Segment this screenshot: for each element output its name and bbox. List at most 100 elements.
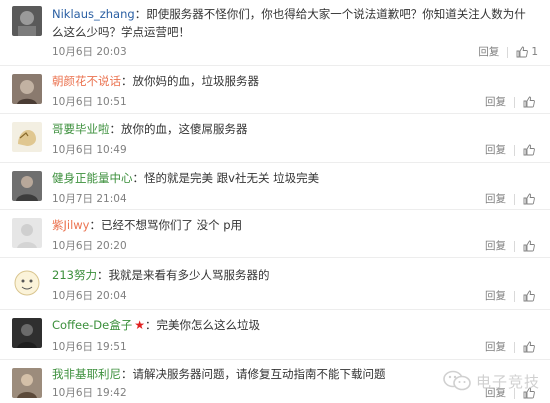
watermark-text: 电子竞技: [475, 372, 540, 391]
thumbs-up-icon: [523, 96, 535, 108]
comment-username[interactable]: Coffee-De盒子: [52, 318, 132, 332]
divider: [514, 193, 515, 205]
thumbs-up-icon: [523, 193, 535, 205]
reply-button[interactable]: 回复: [478, 45, 499, 59]
like-button[interactable]: [523, 240, 538, 252]
like-button[interactable]: [523, 193, 538, 205]
divider: [514, 240, 515, 252]
comment-text: 怪的就是完美 跟v社无关 垃圾完美: [144, 171, 320, 185]
reply-button[interactable]: 回复: [485, 289, 506, 303]
comment-date: 10月6日 20:03: [52, 46, 127, 58]
like-button[interactable]: 1: [516, 45, 538, 59]
comment-actions: 回复: [485, 143, 538, 157]
like-button[interactable]: [523, 290, 538, 302]
divider: [514, 290, 515, 302]
comment-date: 10月6日 19:51: [52, 341, 127, 353]
reply-button[interactable]: 回复: [485, 95, 506, 109]
avatar[interactable]: [12, 268, 42, 298]
avatar-image: [12, 268, 42, 298]
watermark: 电子竞技: [442, 369, 540, 393]
avatar-image: [12, 318, 42, 348]
comment-item: 哥要毕业啦：放你的血，这傻屌服务器 10月6日 10:49 回复: [0, 114, 550, 163]
comment-list: Niklaus_zhang：即使服务器不怪你们，你也得给大家一个说法道歉吧？你知…: [0, 0, 550, 403]
comment-date: 10月6日 20:04: [52, 290, 127, 302]
divider: [507, 46, 509, 58]
comment-separator: ：: [96, 268, 109, 282]
comment-body: 朝颜花不说话：放你妈的血，垃圾服务器: [52, 72, 536, 90]
comment-username[interactable]: 健身正能量中心: [52, 171, 133, 185]
comment-username[interactable]: 朝颜花不说话: [52, 74, 121, 88]
reply-button[interactable]: 回复: [485, 192, 506, 206]
comment-separator: ：: [109, 122, 122, 136]
reply-button[interactable]: 回复: [485, 143, 506, 157]
comment-actions: 回复 1: [478, 45, 538, 59]
comment-separator: ：: [121, 367, 133, 381]
comment-separator: ：: [132, 171, 145, 185]
comment-text: 完美你怎么这么垃圾: [156, 318, 261, 332]
like-button[interactable]: [523, 96, 538, 108]
comment-item: 健身正能量中心：怪的就是完美 跟v社无关 垃圾完美 10月7日 21:04 回复: [0, 163, 550, 210]
comment-item: Coffee-De盒子 ★：完美你怎么这么垃圾 10月6日 19:51 回复: [0, 310, 550, 360]
comment-body: Niklaus_zhang：即使服务器不怪你们，你也得给大家一个说法道歉吧？你知…: [52, 5, 536, 41]
divider: [514, 96, 515, 108]
comment-actions: 回复: [485, 192, 538, 206]
comment-date: 10月6日 10:51: [52, 96, 127, 108]
like-button[interactable]: [523, 341, 538, 353]
wechat-logo-icon: [443, 370, 471, 391]
thumbs-up-icon: [516, 46, 529, 58]
thumbs-up-icon: [523, 290, 535, 302]
reply-button[interactable]: 回复: [485, 239, 506, 253]
comment-body: 213努力：我就是来看有多少人骂服务器的: [52, 266, 536, 284]
avatar[interactable]: [12, 171, 42, 201]
avatar-image: [12, 122, 42, 152]
thumbs-up-icon: [523, 240, 535, 252]
divider: [514, 341, 515, 353]
comment-body: 哥要毕业啦：放你的血，这傻屌服务器: [52, 120, 536, 138]
comment-item: 213努力：我就是来看有多少人骂服务器的 10月6日 20:04 回复: [0, 258, 550, 310]
comment-actions: 回复: [485, 239, 538, 253]
comment-item: 紫Jilwy：已经不想骂你们了 没个 p用 10月6日 20:20 回复: [0, 210, 550, 258]
comment-username[interactable]: 紫Jilwy: [52, 218, 90, 232]
comment-item: 朝颜花不说话：放你妈的血，垃圾服务器 10月6日 10:51 回复: [0, 66, 550, 114]
comment-actions: 回复: [485, 340, 538, 354]
comment-text: 放你妈的血，垃圾服务器: [132, 74, 260, 88]
avatar-image: [12, 6, 42, 36]
comment-body: 健身正能量中心：怪的就是完美 跟v社无关 垃圾完美: [52, 169, 536, 187]
comment-body: Coffee-De盒子 ★：完美你怎么这么垃圾: [52, 316, 536, 334]
comment-separator: ：: [134, 7, 147, 21]
comment-username[interactable]: Niklaus_zhang: [52, 7, 135, 21]
like-button[interactable]: [523, 144, 538, 156]
avatar-image: [12, 218, 42, 248]
divider: [514, 144, 515, 156]
avatar[interactable]: [12, 74, 42, 104]
comment-username[interactable]: 我非基耶利尼: [52, 367, 121, 381]
red-star-icon: ★: [134, 318, 145, 332]
avatar[interactable]: [12, 368, 42, 398]
comment-separator: ：: [145, 318, 157, 332]
comment-date: 10月6日 10:49: [52, 144, 127, 156]
avatar[interactable]: [12, 218, 42, 248]
comment-date: 10月6日 20:20: [52, 240, 127, 252]
comment-item: Niklaus_zhang：即使服务器不怪你们，你也得给大家一个说法道歉吧？你知…: [0, 0, 550, 66]
avatar[interactable]: [12, 318, 42, 348]
comment-date: 10月6日 19:42: [52, 387, 127, 399]
comment-text: 请解决服务器问题，请修复互动指南不能下载问题: [132, 367, 386, 381]
avatar-image: [12, 74, 42, 104]
comment-username[interactable]: 哥要毕业啦: [52, 122, 110, 136]
avatar-image: [12, 171, 42, 201]
avatar[interactable]: [12, 6, 42, 36]
reply-button[interactable]: 回复: [485, 340, 506, 354]
comment-separator: ：: [121, 74, 133, 88]
comment-body: 紫Jilwy：已经不想骂你们了 没个 p用: [52, 216, 536, 234]
avatar-image: [12, 368, 42, 398]
comment-actions: 回复: [485, 95, 538, 109]
comment-actions: 回复: [485, 289, 538, 303]
avatar[interactable]: [12, 122, 42, 152]
comment-date: 10月7日 21:04: [52, 193, 127, 205]
comment-username[interactable]: 213努力: [52, 268, 97, 282]
comment-text: 已经不想骂你们了 没个 p用: [101, 218, 243, 232]
like-count: 1: [531, 46, 538, 58]
comment-separator: ：: [89, 218, 102, 232]
thumbs-up-icon: [523, 341, 535, 353]
comment-text: 放你的血，这傻屌服务器: [121, 122, 248, 136]
